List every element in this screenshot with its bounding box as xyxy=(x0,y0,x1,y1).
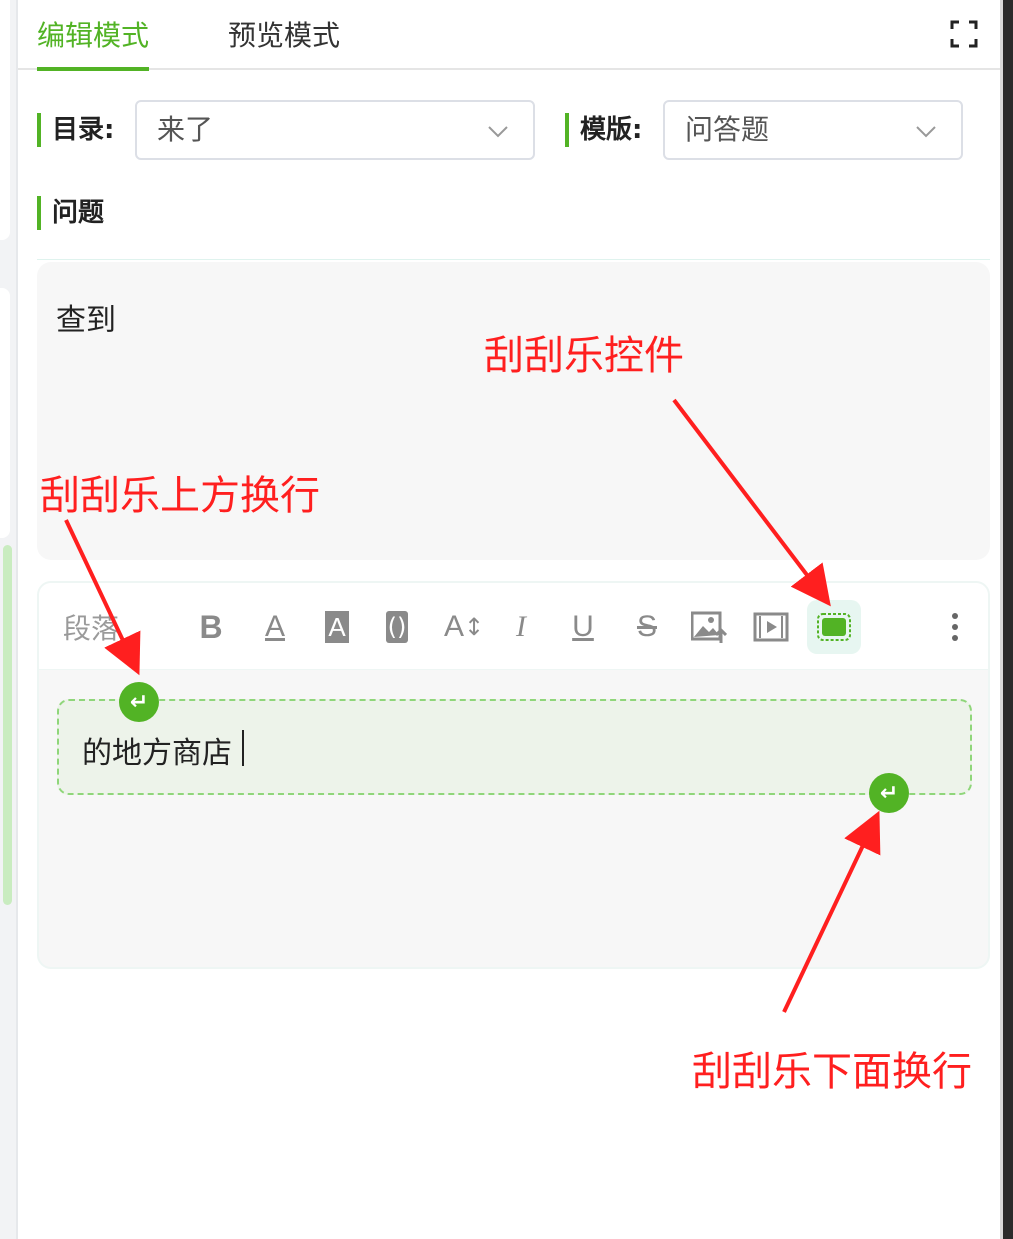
video-icon[interactable] xyxy=(751,607,791,647)
divider xyxy=(37,259,990,260)
bracket-icon[interactable]: () xyxy=(377,607,417,647)
background-color-icon[interactable]: A xyxy=(317,607,357,647)
insert-line-above-button[interactable]: ↵ xyxy=(119,682,159,722)
left-card xyxy=(0,0,10,240)
annotation-above-newline: 刮刮乐上方换行 xyxy=(40,473,320,519)
scrollbar-thumb[interactable] xyxy=(3,545,12,905)
catalog-select[interactable]: 来了 xyxy=(135,100,535,160)
chevron-down-icon xyxy=(916,126,936,138)
paragraph-select[interactable]: 段落 xyxy=(63,607,119,647)
font-color-icon[interactable]: A xyxy=(255,607,295,647)
catalog-select-value: 来了 xyxy=(157,113,214,146)
underline-icon[interactable]: U xyxy=(563,607,603,647)
text-cursor xyxy=(242,730,244,766)
image-upload-icon[interactable] xyxy=(689,607,729,647)
panel-right-border xyxy=(1000,0,1013,1239)
template-select-value: 问答题 xyxy=(685,113,770,146)
active-tab-indicator xyxy=(37,67,149,71)
tab-preview-mode[interactable]: 预览模式 xyxy=(228,16,340,56)
question-text: 查到 xyxy=(56,303,116,338)
label-accent-bar xyxy=(37,196,41,230)
scratch-card-icon[interactable] xyxy=(807,600,861,654)
insert-line-below-button[interactable]: ↵ xyxy=(869,773,909,813)
left-card xyxy=(0,288,10,538)
panel-left-border xyxy=(16,0,18,1239)
label-accent-bar xyxy=(37,113,41,147)
left-panel-strip xyxy=(0,0,16,1239)
template-select[interactable]: 问答题 xyxy=(663,100,963,160)
annotation-scratch-control: 刮刮乐控件 xyxy=(484,333,684,379)
catalog-label: 目录: xyxy=(52,115,115,145)
scratch-card-text[interactable]: 的地方商店 xyxy=(82,728,232,772)
more-icon[interactable] xyxy=(935,607,975,647)
annotation-below-newline: 刮刮乐下面换行 xyxy=(692,1049,972,1095)
fullscreen-icon[interactable] xyxy=(950,20,978,48)
font-size-icon[interactable]: A ↕ xyxy=(441,607,487,647)
chevron-down-icon xyxy=(488,126,508,138)
template-label: 模版: xyxy=(580,115,643,145)
tab-edit-mode[interactable]: 编辑模式 xyxy=(37,16,149,56)
italic-icon[interactable]: I xyxy=(501,607,541,647)
question-label: 问题 xyxy=(52,198,105,228)
strikethrough-icon[interactable]: S xyxy=(627,607,667,647)
label-accent-bar xyxy=(565,113,569,147)
editor-toolbar: 段落 B A A () A ↕ I U S xyxy=(39,583,988,670)
bold-icon[interactable]: B xyxy=(191,607,231,647)
tab-divider xyxy=(18,68,1000,70)
